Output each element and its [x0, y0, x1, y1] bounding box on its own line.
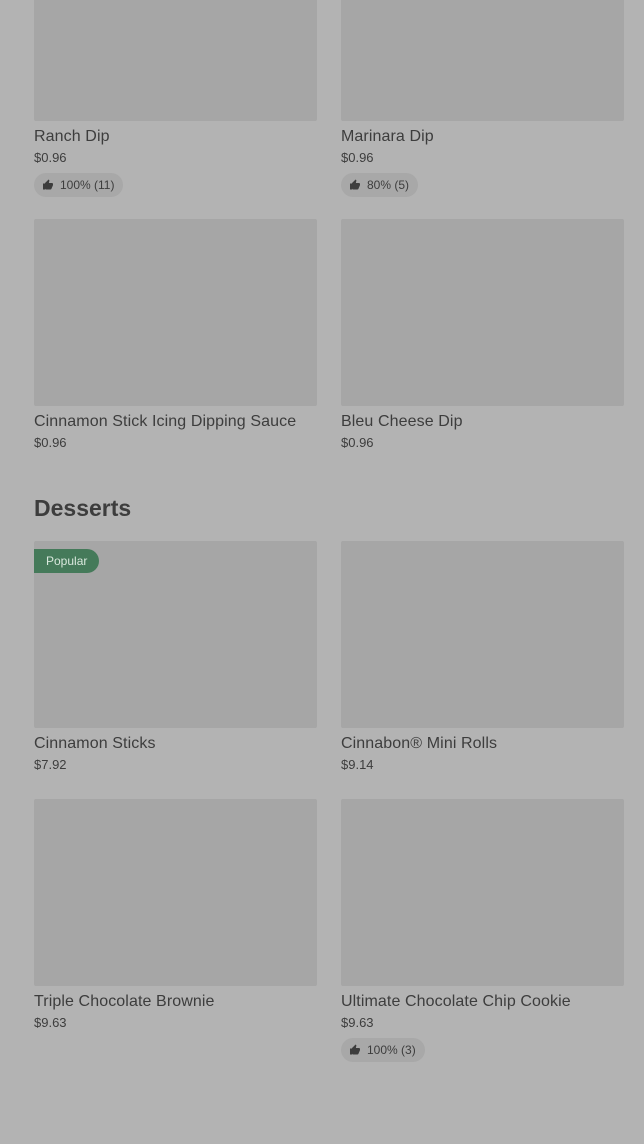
- item-price: $9.63: [34, 1015, 67, 1030]
- menu-item-card-cinnamon-icing[interactable]: Cinnamon Stick Icing Dipping Sauce $0.96: [34, 219, 317, 451]
- item-image: [34, 799, 317, 986]
- thumbs-up-icon: [350, 1044, 360, 1055]
- item-name: Ultimate Chocolate Chip Cookie: [341, 993, 571, 1010]
- menu-item-card-chocolate-chip-cookie[interactable]: Ultimate Chocolate Chip Cookie $9.63 100…: [341, 799, 624, 1062]
- menu-page: Ranch Dip $0.96 100% (11) Marinara Dip $…: [0, 0, 644, 1144]
- item-name: Cinnamon Sticks: [34, 735, 156, 752]
- menu-item-card-ranch-dip[interactable]: Ranch Dip $0.96 100% (11): [34, 0, 317, 197]
- rating-text: 100% (11): [60, 178, 115, 192]
- thumbs-up-icon: [43, 179, 53, 190]
- rating-pill: 100% (11): [34, 173, 124, 197]
- thumbs-up-icon: [350, 179, 360, 190]
- section-title-desserts: Desserts: [34, 495, 132, 521]
- item-price: $0.96: [34, 435, 67, 450]
- item-name: Ranch Dip: [34, 128, 110, 145]
- menu-item-card-triple-chocolate-brownie[interactable]: Triple Chocolate Brownie $9.63: [34, 799, 317, 1031]
- item-name: Marinara Dip: [341, 128, 434, 145]
- item-price: $0.96: [341, 150, 374, 165]
- item-image: [341, 219, 624, 406]
- item-name: Bleu Cheese Dip: [341, 413, 463, 430]
- item-image: [34, 0, 317, 121]
- item-name: Cinnamon Stick Icing Dipping Sauce: [34, 413, 297, 430]
- item-name: Triple Chocolate Brownie: [34, 993, 215, 1010]
- item-price: $9.63: [341, 1015, 374, 1030]
- item-image: [341, 799, 624, 986]
- item-price: $7.92: [34, 757, 67, 772]
- menu-item-card-cinnamon-sticks[interactable]: Popular Cinnamon Sticks $7.92: [34, 541, 317, 773]
- item-image: [341, 541, 624, 728]
- item-name: Cinnabon® Mini Rolls: [341, 735, 498, 752]
- menu-item-card-marinara-dip[interactable]: Marinara Dip $0.96 80% (5): [341, 0, 624, 197]
- item-price: $0.96: [341, 435, 374, 450]
- rating-text: 100% (3): [367, 1043, 416, 1057]
- rating-text: 80% (5): [367, 178, 410, 192]
- item-image: [34, 219, 317, 406]
- item-price: $9.14: [341, 757, 374, 772]
- item-image: [341, 0, 624, 121]
- popular-badge: Popular: [34, 549, 100, 573]
- rating-pill: 80% (5): [341, 173, 419, 197]
- menu-item-card-cinnabon-mini-rolls[interactable]: Cinnabon® Mini Rolls $9.14: [341, 541, 624, 773]
- item-price: $0.96: [34, 150, 67, 165]
- rating-pill: 100% (3): [341, 1038, 425, 1062]
- menu-item-card-bleu-cheese-dip[interactable]: Bleu Cheese Dip $0.96: [341, 219, 624, 451]
- item-image: Popular: [34, 541, 317, 728]
